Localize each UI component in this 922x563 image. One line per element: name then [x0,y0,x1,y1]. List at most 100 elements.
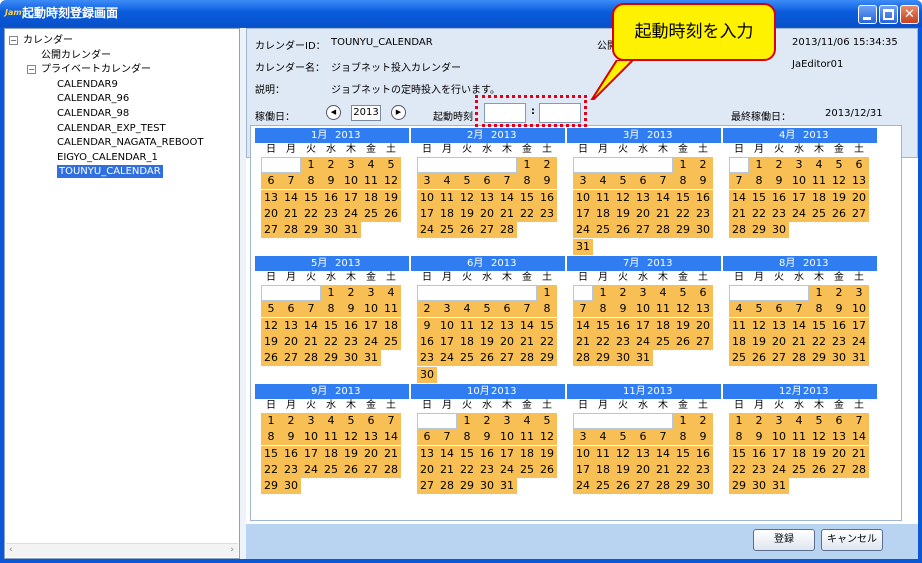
day-cell[interactable]: 25 [809,205,829,222]
day-cell[interactable]: 29 [261,478,281,495]
day-cell[interactable]: 4 [361,157,381,173]
day-cell[interactable]: 22 [673,461,693,478]
day-cell[interactable]: 16 [417,333,437,350]
day-cell[interactable]: 15 [457,445,477,462]
day-cell[interactable]: 19 [457,205,477,222]
day-cell[interactable]: 10 [573,189,593,206]
day-cell[interactable]: 8 [301,173,321,190]
day-cell[interactable]: 21 [281,205,301,222]
day-cell[interactable]: 20 [261,205,281,222]
day-cell[interactable]: 5 [457,173,477,190]
minimize-button[interactable] [858,5,877,24]
day-cell[interactable]: 27 [693,333,713,350]
day-cell[interactable]: 25 [321,461,341,478]
day-cell[interactable]: 10 [497,429,517,446]
day-cell[interactable]: 26 [613,222,633,239]
day-cell[interactable]: 1 [749,157,769,173]
day-cell[interactable]: 24 [341,205,361,222]
day-cell[interactable]: 13 [829,429,849,446]
day-cell[interactable]: 28 [381,461,401,478]
day-cell[interactable]: 31 [573,238,593,255]
tree-item[interactable]: 公開カレンダー [41,49,111,62]
day-cell[interactable]: 1 [321,285,341,301]
day-cell[interactable]: 6 [477,173,497,190]
day-cell[interactable]: 21 [653,205,673,222]
day-cell[interactable]: 4 [593,173,613,190]
day-cell[interactable]: 31 [341,222,361,239]
day-cell[interactable]: 25 [517,461,537,478]
day-cell[interactable]: 6 [849,157,869,173]
day-cell[interactable]: 28 [653,222,673,239]
day-cell[interactable]: 9 [613,301,633,318]
day-cell[interactable]: 28 [437,478,457,495]
day-cell[interactable]: 30 [281,478,301,495]
day-cell[interactable]: 14 [517,317,537,334]
day-cell[interactable]: 8 [809,301,829,318]
day-cell[interactable]: 16 [341,317,361,334]
day-cell[interactable]: 26 [381,205,401,222]
day-cell[interactable]: 29 [457,478,477,495]
day-cell[interactable]: 26 [613,478,633,495]
day-cell[interactable]: 30 [613,350,633,367]
day-cell[interactable]: 28 [789,350,809,367]
day-cell[interactable]: 3 [633,285,653,301]
day-cell[interactable]: 17 [573,205,593,222]
day-cell[interactable]: 16 [693,189,713,206]
day-cell[interactable]: 25 [593,222,613,239]
day-cell[interactable]: 12 [381,173,401,190]
next-year-button[interactable]: ▶ [391,105,406,120]
day-cell[interactable]: 31 [497,478,517,495]
day-cell[interactable]: 2 [477,413,497,429]
day-cell[interactable]: 6 [281,301,301,318]
prev-year-button[interactable]: ◀ [326,105,341,120]
day-cell[interactable]: 28 [281,222,301,239]
day-cell[interactable]: 14 [849,429,869,446]
day-cell[interactable]: 13 [769,317,789,334]
day-cell[interactable]: 26 [457,222,477,239]
day-cell[interactable]: 2 [693,157,713,173]
day-cell[interactable]: 16 [321,189,341,206]
day-cell[interactable]: 4 [653,285,673,301]
day-cell[interactable]: 25 [361,205,381,222]
day-cell[interactable]: 8 [261,429,281,446]
day-cell[interactable]: 25 [593,478,613,495]
day-cell[interactable]: 27 [849,205,869,222]
day-cell[interactable]: 25 [457,350,477,367]
day-cell[interactable]: 20 [497,333,517,350]
day-cell[interactable]: 1 [593,285,613,301]
day-cell[interactable]: 23 [769,205,789,222]
day-cell[interactable]: 28 [729,222,749,239]
day-cell[interactable]: 29 [673,222,693,239]
day-cell[interactable]: 1 [729,413,749,429]
day-cell[interactable]: 17 [417,205,437,222]
day-cell[interactable]: 19 [613,461,633,478]
day-cell[interactable]: 11 [593,445,613,462]
day-cell[interactable]: 10 [633,301,653,318]
day-cell[interactable]: 6 [829,413,849,429]
tree-item[interactable]: CALENDAR_NAGATA_REBOOT [57,136,203,149]
day-cell[interactable]: 27 [417,478,437,495]
day-cell[interactable]: 27 [281,350,301,367]
day-cell[interactable]: 22 [673,205,693,222]
day-cell[interactable]: 7 [653,173,673,190]
day-cell[interactable]: 29 [321,350,341,367]
day-cell[interactable]: 14 [301,317,321,334]
day-cell[interactable]: 5 [341,413,361,429]
day-cell[interactable]: 3 [789,157,809,173]
day-cell[interactable]: 15 [261,445,281,462]
day-cell[interactable]: 28 [517,350,537,367]
day-cell[interactable]: 30 [477,478,497,495]
day-cell[interactable]: 11 [809,173,829,190]
day-cell[interactable]: 10 [789,173,809,190]
day-cell[interactable]: 18 [517,445,537,462]
day-cell[interactable]: 1 [517,157,537,173]
day-cell[interactable]: 1 [673,413,693,429]
day-cell[interactable]: 19 [537,445,557,462]
day-cell[interactable]: 12 [613,445,633,462]
day-cell[interactable]: 17 [341,189,361,206]
day-cell[interactable]: 19 [809,445,829,462]
day-cell[interactable]: 27 [261,222,281,239]
close-button[interactable]: ✕ [900,5,919,24]
day-cell[interactable]: 8 [537,301,557,318]
day-cell[interactable]: 6 [497,301,517,318]
